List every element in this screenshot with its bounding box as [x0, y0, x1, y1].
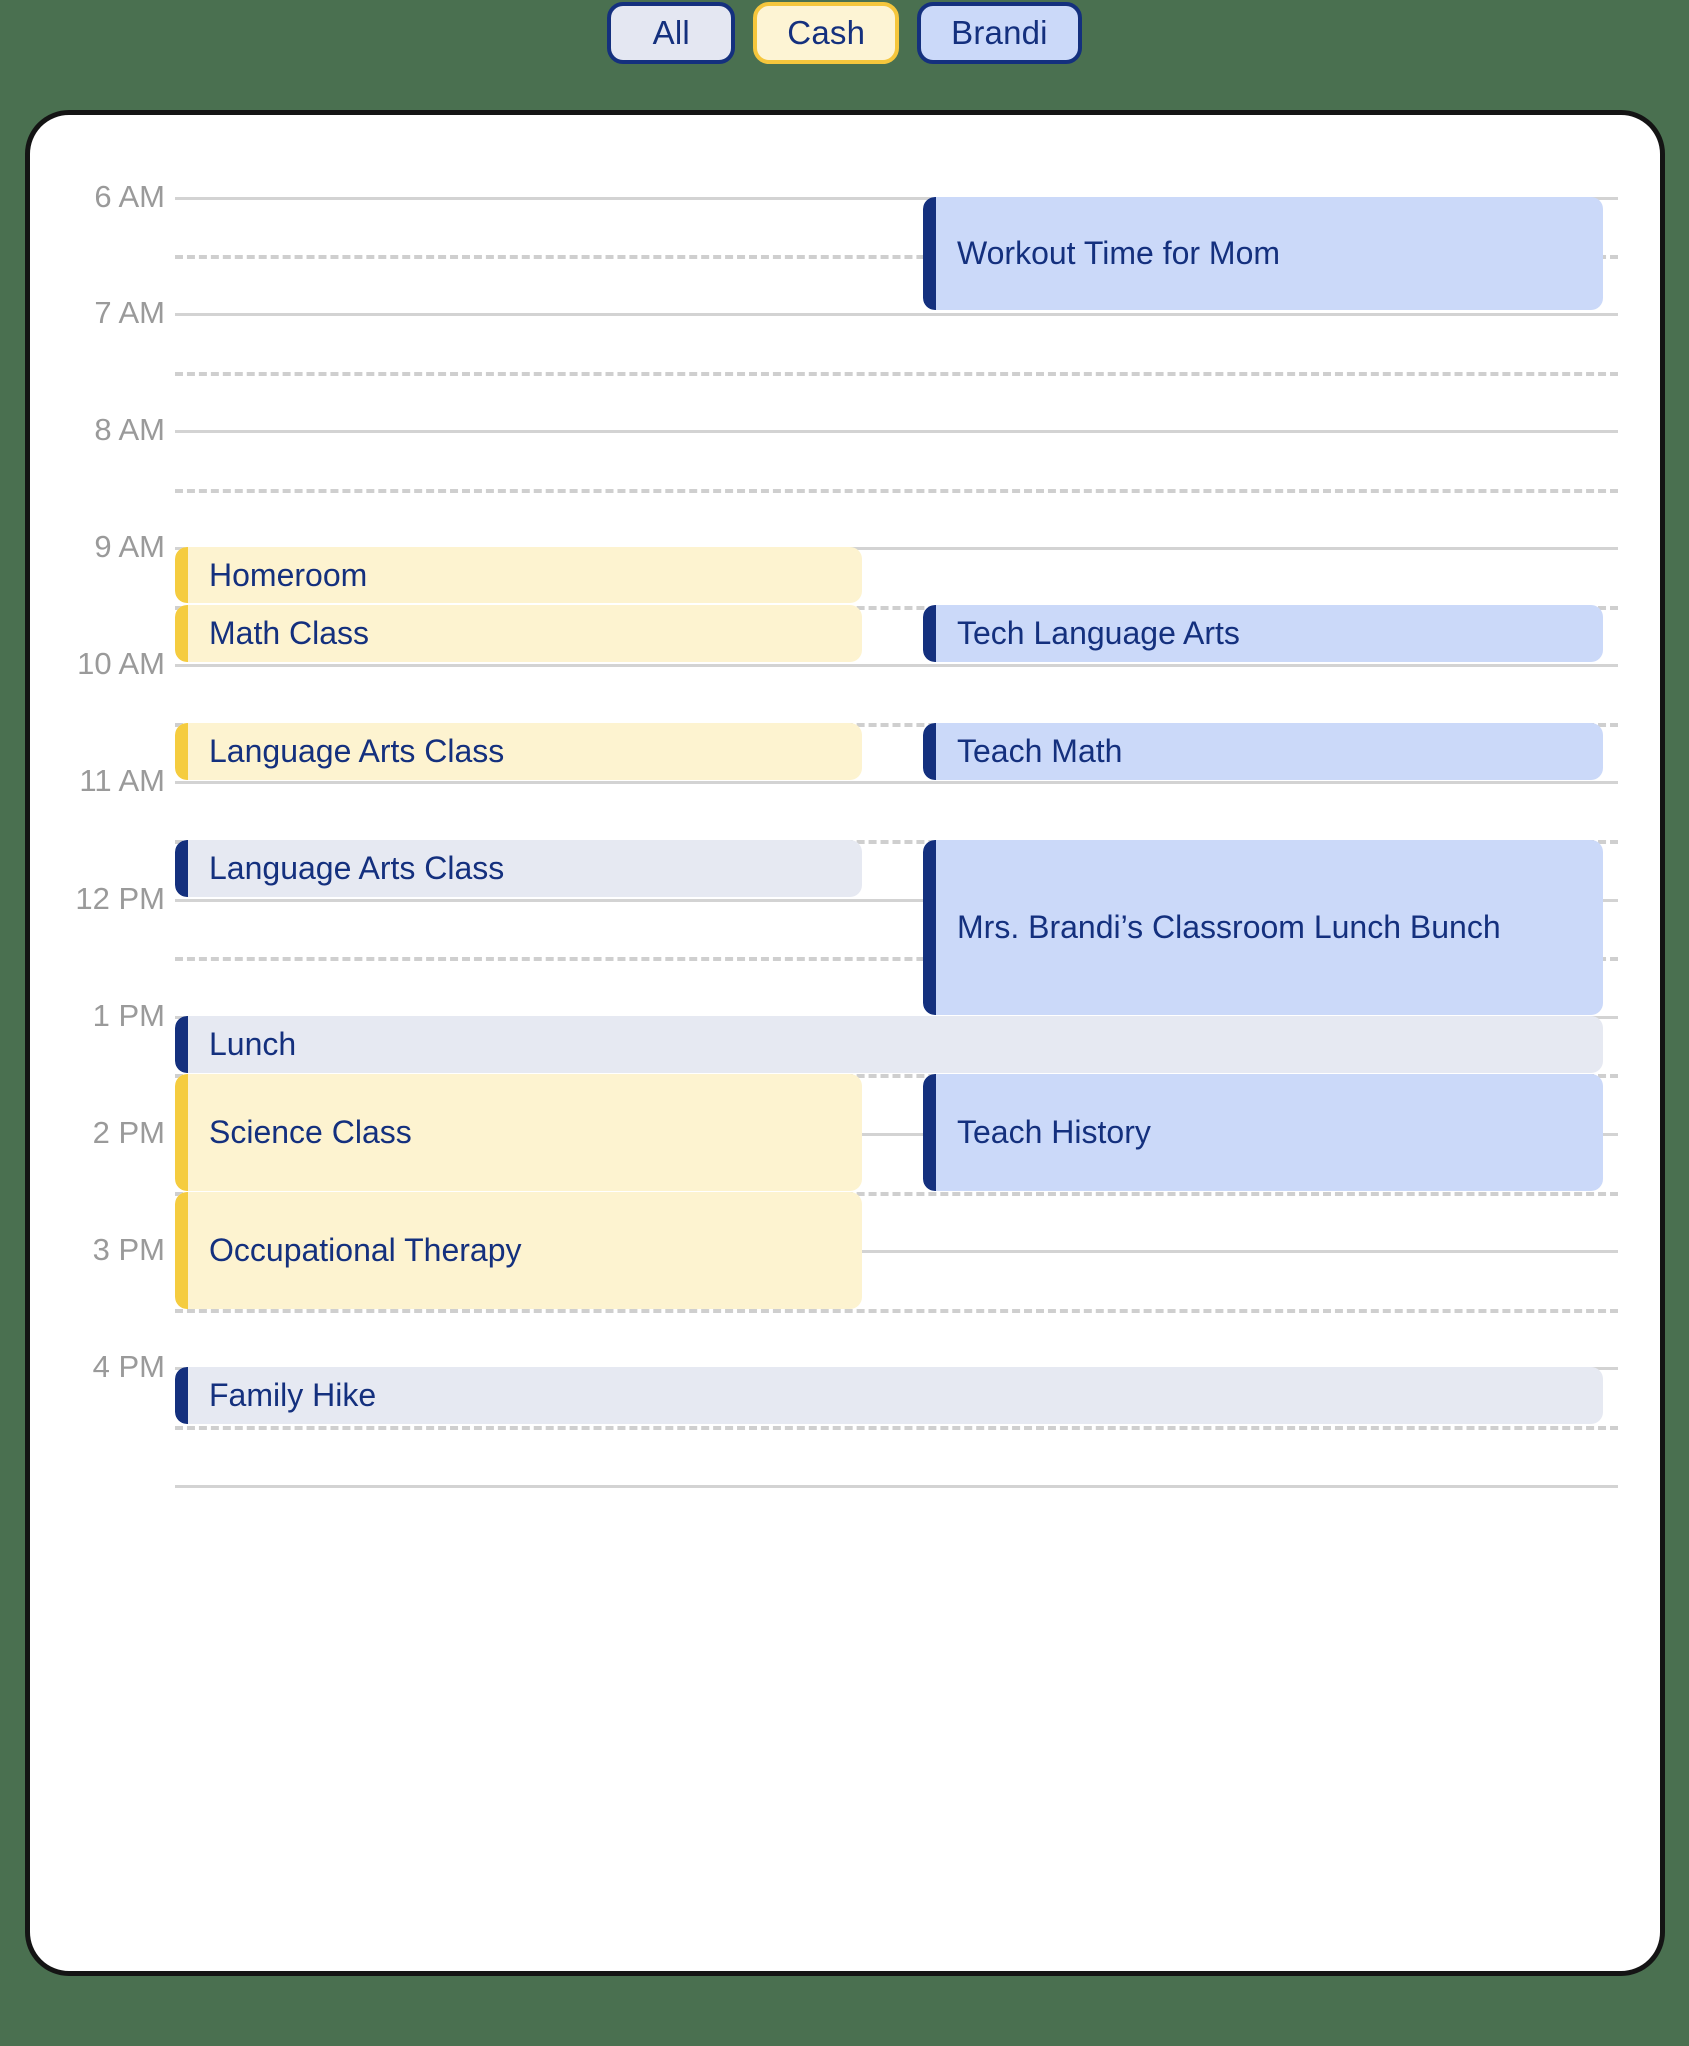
event-title: Mrs. Brandi’s Classroom Lunch Bunch [957, 909, 1501, 946]
event-title: Teach Math [957, 733, 1123, 770]
grid-line-half [175, 1309, 1618, 1313]
time-axis-label: 7 AM [94, 295, 165, 330]
filter-pill-label: Cash [787, 14, 866, 51]
time-axis-label: 6 AM [94, 179, 165, 214]
filter-pill-label: Brandi [951, 14, 1048, 51]
grid-line-half [175, 489, 1618, 493]
grid-line-half [175, 1426, 1618, 1430]
calendar-grid[interactable]: 6 AM 7 AM 8 AM 9 AM 10 AM 11 AM 12 PM 1 PM 2 PM 3… [30, 115, 1660, 1971]
time-axis-label: 2 PM [92, 1115, 165, 1150]
event-title: Math Class [209, 615, 370, 652]
calendar-event[interactable]: Science Class [175, 1074, 862, 1191]
calendar-card: 6 AM 7 AM 8 AM 9 AM 10 AM 11 AM 12 PM 1 PM 2 PM 3… [25, 110, 1665, 1976]
time-axis-label: 10 AM [77, 646, 165, 681]
event-title: Workout Time for Mom [957, 235, 1281, 272]
event-title: Science Class [209, 1114, 412, 1151]
calendar-filter-bar: All Cash Brandi [0, 0, 1689, 66]
event-title: Language Arts Class [209, 733, 505, 770]
event-title: Family Hike [209, 1377, 377, 1414]
calendar-event[interactable]: Teach Math [923, 723, 1603, 780]
grid-line-half [175, 372, 1618, 376]
calendar-event[interactable]: Teach History [923, 1074, 1603, 1191]
event-title: Language Arts Class [209, 850, 505, 887]
grid-line-hour [175, 781, 1618, 784]
calendar-event[interactable]: Workout Time for Mom [923, 197, 1603, 310]
grid-line-hour [175, 313, 1618, 316]
grid-line-hour [175, 664, 1618, 667]
calendar-event[interactable]: Lunch [175, 1016, 1603, 1073]
event-title: Occupational Therapy [209, 1232, 522, 1269]
time-axis-label: 8 AM [94, 412, 165, 447]
time-axis-label: 3 PM [92, 1232, 165, 1267]
calendar-event[interactable]: Family Hike [175, 1367, 1603, 1424]
calendar-event[interactable]: Math Class [175, 605, 862, 662]
calendar-event[interactable]: Language Arts Class [175, 723, 862, 780]
time-axis-label: 4 PM [92, 1349, 165, 1384]
calendar-event[interactable]: Occupational Therapy [175, 1192, 862, 1309]
filter-pill-cash[interactable]: Cash [753, 2, 900, 64]
filter-pill-brandi[interactable]: Brandi [917, 2, 1082, 64]
event-title: Lunch [209, 1026, 297, 1063]
time-axis-label: 1 PM [92, 998, 165, 1033]
filter-pill-all[interactable]: All [607, 2, 736, 64]
grid-line-hour [175, 1485, 1618, 1488]
event-title: Teach History [957, 1114, 1151, 1151]
grid-line-hour [175, 430, 1618, 433]
time-axis-label: 11 AM [79, 763, 165, 798]
calendar-event[interactable]: Homeroom [175, 547, 862, 603]
filter-pill-label: All [652, 14, 690, 51]
calendar-event[interactable]: Tech Language Arts [923, 605, 1603, 662]
time-axis-label: 12 PM [75, 881, 165, 916]
calendar-event[interactable]: Mrs. Brandi’s Classroom Lunch Bunch [923, 840, 1603, 1015]
event-title: Homeroom [209, 556, 368, 593]
time-axis-label: 9 AM [94, 529, 165, 564]
calendar-event[interactable]: Language Arts Class [175, 840, 862, 897]
event-title: Tech Language Arts [957, 615, 1240, 652]
